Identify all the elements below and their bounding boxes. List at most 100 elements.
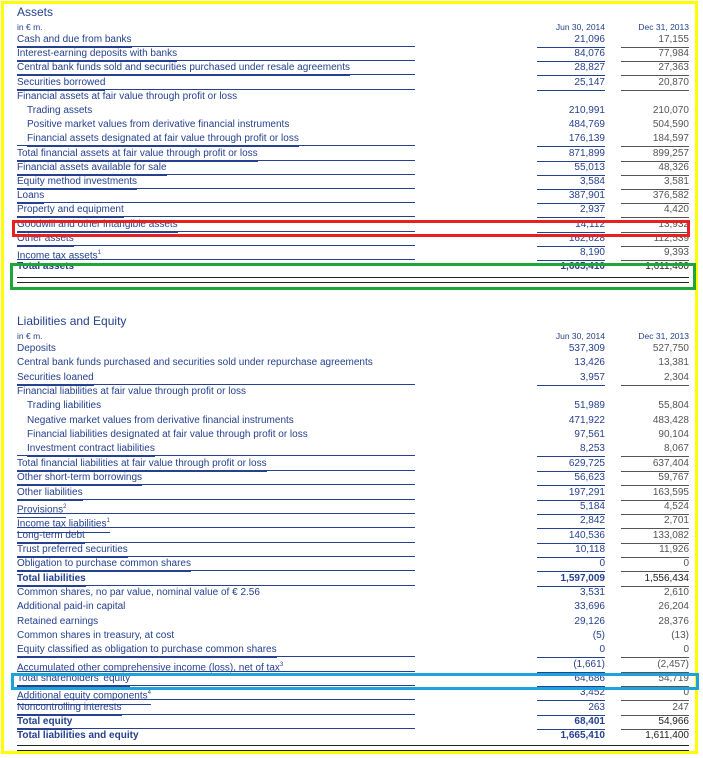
value-dec-2013: 1,611,400 xyxy=(645,730,689,742)
table-row: Income tax liabilities1 2,842 2,701 xyxy=(17,514,689,533)
value-dec-2013: 184,597 xyxy=(621,132,689,148)
table-row: Securities borrowed 25,147 20,870 xyxy=(17,76,689,91)
value-dec-2013: 55,804 xyxy=(658,400,689,412)
value-dec-2013: 54,966 xyxy=(621,715,689,731)
value-dec-2013: 637,404 xyxy=(621,457,689,472)
row-label: Central bank funds purchased and securit… xyxy=(17,357,373,369)
assets-col2-header: Dec 31, 2013 xyxy=(638,22,689,32)
value-jun-2014: 97,561 xyxy=(574,429,605,441)
value-jun-2014: 8,190 xyxy=(537,246,605,261)
assets-unit: in € m. xyxy=(17,22,43,32)
table-row: Income tax assets1 8,190 9,393 xyxy=(17,246,689,265)
table-row: Equity classified as obligation to purch… xyxy=(17,643,689,659)
row-label: Deposits xyxy=(17,343,56,354)
value-dec-2013: 13,381 xyxy=(658,357,689,369)
value-dec-2013: 504,590 xyxy=(652,119,689,131)
value-dec-2013: 133,082 xyxy=(621,529,689,544)
liabilities-title: Liabilities and Equity xyxy=(17,314,127,328)
row-label: Total equity xyxy=(17,715,73,731)
row-label: Securities borrowed xyxy=(17,76,106,91)
row-label: Other short-term borrowings xyxy=(17,471,143,487)
value-dec-2013: 163,595 xyxy=(621,486,689,501)
row-label: Negative market values from derivative f… xyxy=(27,414,294,426)
row-label: Trust preferred securities xyxy=(17,543,128,558)
table-row: Additional paid-in capital 33,696 26,204 xyxy=(17,600,689,614)
table-row: Provisions2 5,184 4,524 xyxy=(17,500,689,519)
total-liabilities-double-rule xyxy=(17,745,689,751)
row-label: Total financial assets at fair value thr… xyxy=(17,147,258,162)
value-dec-2013: 20,870 xyxy=(621,76,689,91)
row-label: Central bank funds sold and securities p… xyxy=(17,61,350,77)
footnote-marker: 4 xyxy=(147,690,151,697)
value-dec-2013: 2,610 xyxy=(663,586,689,598)
value-dec-2013: 2,304 xyxy=(621,371,689,386)
footnote-marker: 1 xyxy=(106,518,110,525)
value-dec-2013: 27,363 xyxy=(621,61,689,77)
value-jun-2014: 484,769 xyxy=(568,119,605,131)
value-dec-2013: 28,376 xyxy=(658,615,689,627)
row-label: Additional paid-in capital xyxy=(17,601,126,613)
row-label: Trading assets xyxy=(27,105,93,116)
value-jun-2014: 3,531 xyxy=(579,586,605,598)
table-row: Securities loaned 3,957 2,304 xyxy=(17,371,689,386)
table-row: Central bank funds purchased and securit… xyxy=(17,356,689,370)
value-jun-2014: 0 xyxy=(537,643,605,659)
assets-title: Assets xyxy=(17,5,54,19)
table-row: Total liabilities 1,597,009 1,556,434 xyxy=(17,572,689,587)
table-row: Central bank funds sold and securities p… xyxy=(17,61,689,77)
table-row: Deposits 537,309 527,750 xyxy=(17,342,689,356)
value-jun-2014: 68,401 xyxy=(537,715,605,731)
table-row: Negative market values from derivative f… xyxy=(17,414,689,428)
assets-section: Assets in € m. Jun 30, 2014 Dec 31, 2013… xyxy=(17,5,689,290)
table-row: Total financial liabilities at fair valu… xyxy=(17,457,689,472)
assets-col1-header: Jun 30, 2014 xyxy=(555,22,605,32)
row-label: Long-term debt xyxy=(17,529,85,544)
footnote-marker: 1 xyxy=(97,250,101,256)
value-dec-2013: (13) xyxy=(671,630,689,641)
row-label: Financial assets designated at fair valu… xyxy=(27,132,299,148)
liabilities-col2-header: Dec 31, 2013 xyxy=(638,331,689,341)
table-row: Property and equipment 2,937 4,420 xyxy=(17,203,689,219)
value-jun-2014: 471,922 xyxy=(568,414,605,426)
value-jun-2014: 84,076 xyxy=(537,47,605,63)
value-dec-2013: 26,204 xyxy=(658,601,689,613)
row-label: Investment contract liabilities xyxy=(27,442,155,458)
table-row: Retained earnings 29,126 28,376 xyxy=(17,615,689,629)
value-jun-2014: 51,989 xyxy=(574,400,605,412)
table-row: Loans 387,901 376,582 xyxy=(17,189,689,205)
value-dec-2013: 2,701 xyxy=(621,514,689,530)
table-row: Trust preferred securities 10,118 11,926 xyxy=(17,543,689,558)
row-label: Total liabilities xyxy=(17,572,86,587)
value-dec-2013: 483,428 xyxy=(652,414,689,426)
value-dec-2013: 59,767 xyxy=(621,471,689,487)
table-row: Interest-earning deposits with banks 84,0… xyxy=(17,47,689,63)
value-jun-2014: 21,096 xyxy=(537,33,605,48)
table-row: Cash and due from banks 21,096 17,155 xyxy=(17,33,689,48)
value-jun-2014: 263 xyxy=(537,701,605,716)
row-label: Common shares, no par value, nominal val… xyxy=(17,586,260,598)
row-label: Loans xyxy=(17,189,45,205)
value-dec-2013: 1,556,434 xyxy=(621,572,689,587)
value-jun-2014: 176,139 xyxy=(537,132,605,148)
liabilities-unit: in € m. xyxy=(17,331,43,341)
row-label: Interest-earning deposits with banks xyxy=(17,47,178,63)
value-jun-2014: 537,309 xyxy=(568,343,605,354)
value-jun-2014: 25,147 xyxy=(537,76,605,91)
liabilities-col1-header: Jun 30, 2014 xyxy=(555,331,605,341)
table-row: Total liabilities and equity 1,665,410 1,6… xyxy=(17,729,689,743)
value-jun-2014: 8,253 xyxy=(537,442,605,458)
value-jun-2014: 56,623 xyxy=(537,471,605,487)
value-dec-2013: 9,393 xyxy=(621,246,689,261)
footnote-marker: 2 xyxy=(63,503,67,510)
row-label: Obligation to purchase common shares xyxy=(17,557,191,573)
value-jun-2014: 3,584 xyxy=(537,175,605,190)
value-jun-2014: 210,991 xyxy=(568,105,605,116)
value-jun-2014: 0 xyxy=(537,557,605,573)
row-label: Financial assets available for sale xyxy=(17,161,167,176)
value-jun-2014: 1,665,410 xyxy=(560,730,606,742)
value-dec-2013: 11,926 xyxy=(621,543,689,558)
table-row: Financial liabilities designated at fair… xyxy=(17,428,689,442)
highlight-total-assets-box xyxy=(10,263,696,290)
value-jun-2014: 13,426 xyxy=(574,357,605,369)
value-jun-2014: 871,899 xyxy=(537,147,605,162)
